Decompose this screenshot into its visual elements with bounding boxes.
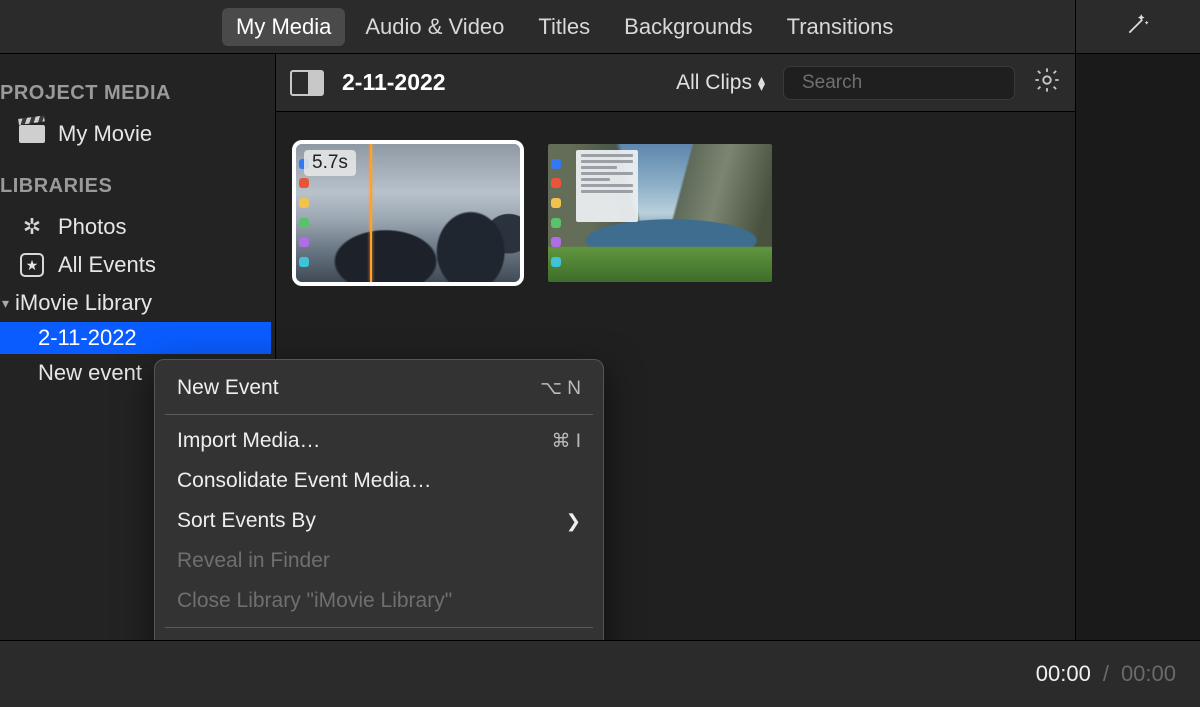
menu-item-label: Close Library "iMovie Library" bbox=[177, 589, 452, 613]
gear-icon bbox=[1033, 66, 1061, 94]
chevron-right-icon: ❯ bbox=[566, 511, 581, 532]
menu-item-label: Consolidate Event Media… bbox=[177, 469, 431, 493]
sidebar-item-event-selected[interactable]: 2-11-2022 bbox=[0, 322, 271, 354]
magic-wand-icon bbox=[1125, 11, 1151, 43]
media-tabs: My Media Audio & Video Titles Background… bbox=[222, 8, 907, 46]
menu-in-thumb-icon bbox=[576, 150, 638, 222]
clip-duration-badge: 5.7s bbox=[304, 150, 356, 176]
sidebar-item-label: Photos bbox=[58, 214, 127, 240]
star-icon: ★ bbox=[18, 253, 46, 277]
photos-app-icon: ✲ bbox=[18, 214, 46, 240]
sidebar-item-label: All Events bbox=[58, 252, 156, 278]
chevron-down-icon: ▾ bbox=[2, 295, 9, 312]
sidebar-item-library[interactable]: ▾ iMovie Library bbox=[0, 284, 275, 322]
sidebar-item-photos[interactable]: ✲ Photos bbox=[0, 208, 275, 246]
clip-thumbnail[interactable] bbox=[548, 144, 772, 282]
search-input[interactable] bbox=[802, 72, 1047, 94]
project-media-header: PROJECT MEDIA bbox=[0, 76, 275, 115]
clip-thumbnail[interactable]: 5.7s bbox=[296, 144, 520, 282]
event-title: 2-11-2022 bbox=[342, 69, 446, 96]
current-time: 00:00 bbox=[1036, 661, 1091, 687]
top-tab-bar: My Media Audio & Video Titles Background… bbox=[0, 0, 1200, 54]
menu-item-label: New Event bbox=[177, 376, 279, 400]
chevron-updown-icon: ▴▾ bbox=[758, 76, 765, 90]
time-separator: / bbox=[1097, 661, 1115, 687]
tab-transitions[interactable]: Transitions bbox=[773, 8, 908, 46]
browser-settings-button[interactable] bbox=[1033, 66, 1061, 99]
tab-my-media[interactable]: My Media bbox=[222, 8, 345, 46]
menu-separator bbox=[165, 414, 593, 415]
menu-item-label: Import Media… bbox=[177, 429, 321, 453]
menu-item-label: Sort Events By bbox=[177, 509, 316, 533]
toggle-sidebar-button[interactable] bbox=[290, 70, 324, 96]
menu-reveal-in-finder: Reveal in Finder bbox=[155, 541, 603, 581]
tab-titles[interactable]: Titles bbox=[524, 8, 604, 46]
clip-filter-label: All Clips bbox=[676, 71, 752, 95]
menu-consolidate-event-media[interactable]: Consolidate Event Media… bbox=[155, 461, 603, 501]
timecode-footer: 00:00 / 00:00 bbox=[0, 640, 1200, 707]
menu-new-event[interactable]: New Event ⌥ N bbox=[155, 368, 603, 408]
tab-audio-video[interactable]: Audio & Video bbox=[351, 8, 518, 46]
total-time: 00:00 bbox=[1121, 661, 1176, 687]
libraries-header: LIBRARIES bbox=[0, 169, 275, 208]
clapperboard-icon bbox=[18, 125, 46, 143]
sidebar-item-label: 2-11-2022 bbox=[38, 325, 137, 351]
menu-import-media[interactable]: Import Media… ⌘ I bbox=[155, 421, 603, 461]
search-field[interactable] bbox=[783, 66, 1015, 100]
skimmer-playhead[interactable] bbox=[370, 144, 372, 282]
menu-close-library: Close Library "iMovie Library" bbox=[155, 581, 603, 621]
sidebar-item-project[interactable]: My Movie bbox=[0, 115, 275, 153]
menu-item-label: Reveal in Finder bbox=[177, 549, 330, 573]
menu-separator bbox=[165, 627, 593, 628]
dock-in-thumb-icon bbox=[551, 154, 563, 272]
sidebar-item-all-events[interactable]: ★ All Events bbox=[0, 246, 275, 284]
inspector-panel bbox=[1075, 54, 1200, 640]
sidebar-item-label: New event bbox=[38, 360, 142, 386]
menu-shortcut: ⌥ N bbox=[540, 377, 581, 400]
sidebar-item-label: iMovie Library bbox=[15, 290, 152, 316]
menu-sort-events-by[interactable]: Sort Events By ❯ bbox=[155, 501, 603, 541]
tab-backgrounds[interactable]: Backgrounds bbox=[610, 8, 766, 46]
browser-toolbar: 2-11-2022 All Clips ▴▾ bbox=[276, 54, 1075, 112]
enhance-panel-toggle[interactable] bbox=[1075, 0, 1200, 54]
menu-shortcut: ⌘ I bbox=[551, 430, 581, 453]
event-context-menu: New Event ⌥ N Import Media… ⌘ I Consolid… bbox=[154, 359, 604, 683]
clip-filter-dropdown[interactable]: All Clips ▴▾ bbox=[676, 71, 765, 95]
sidebar-item-label: My Movie bbox=[58, 121, 152, 147]
